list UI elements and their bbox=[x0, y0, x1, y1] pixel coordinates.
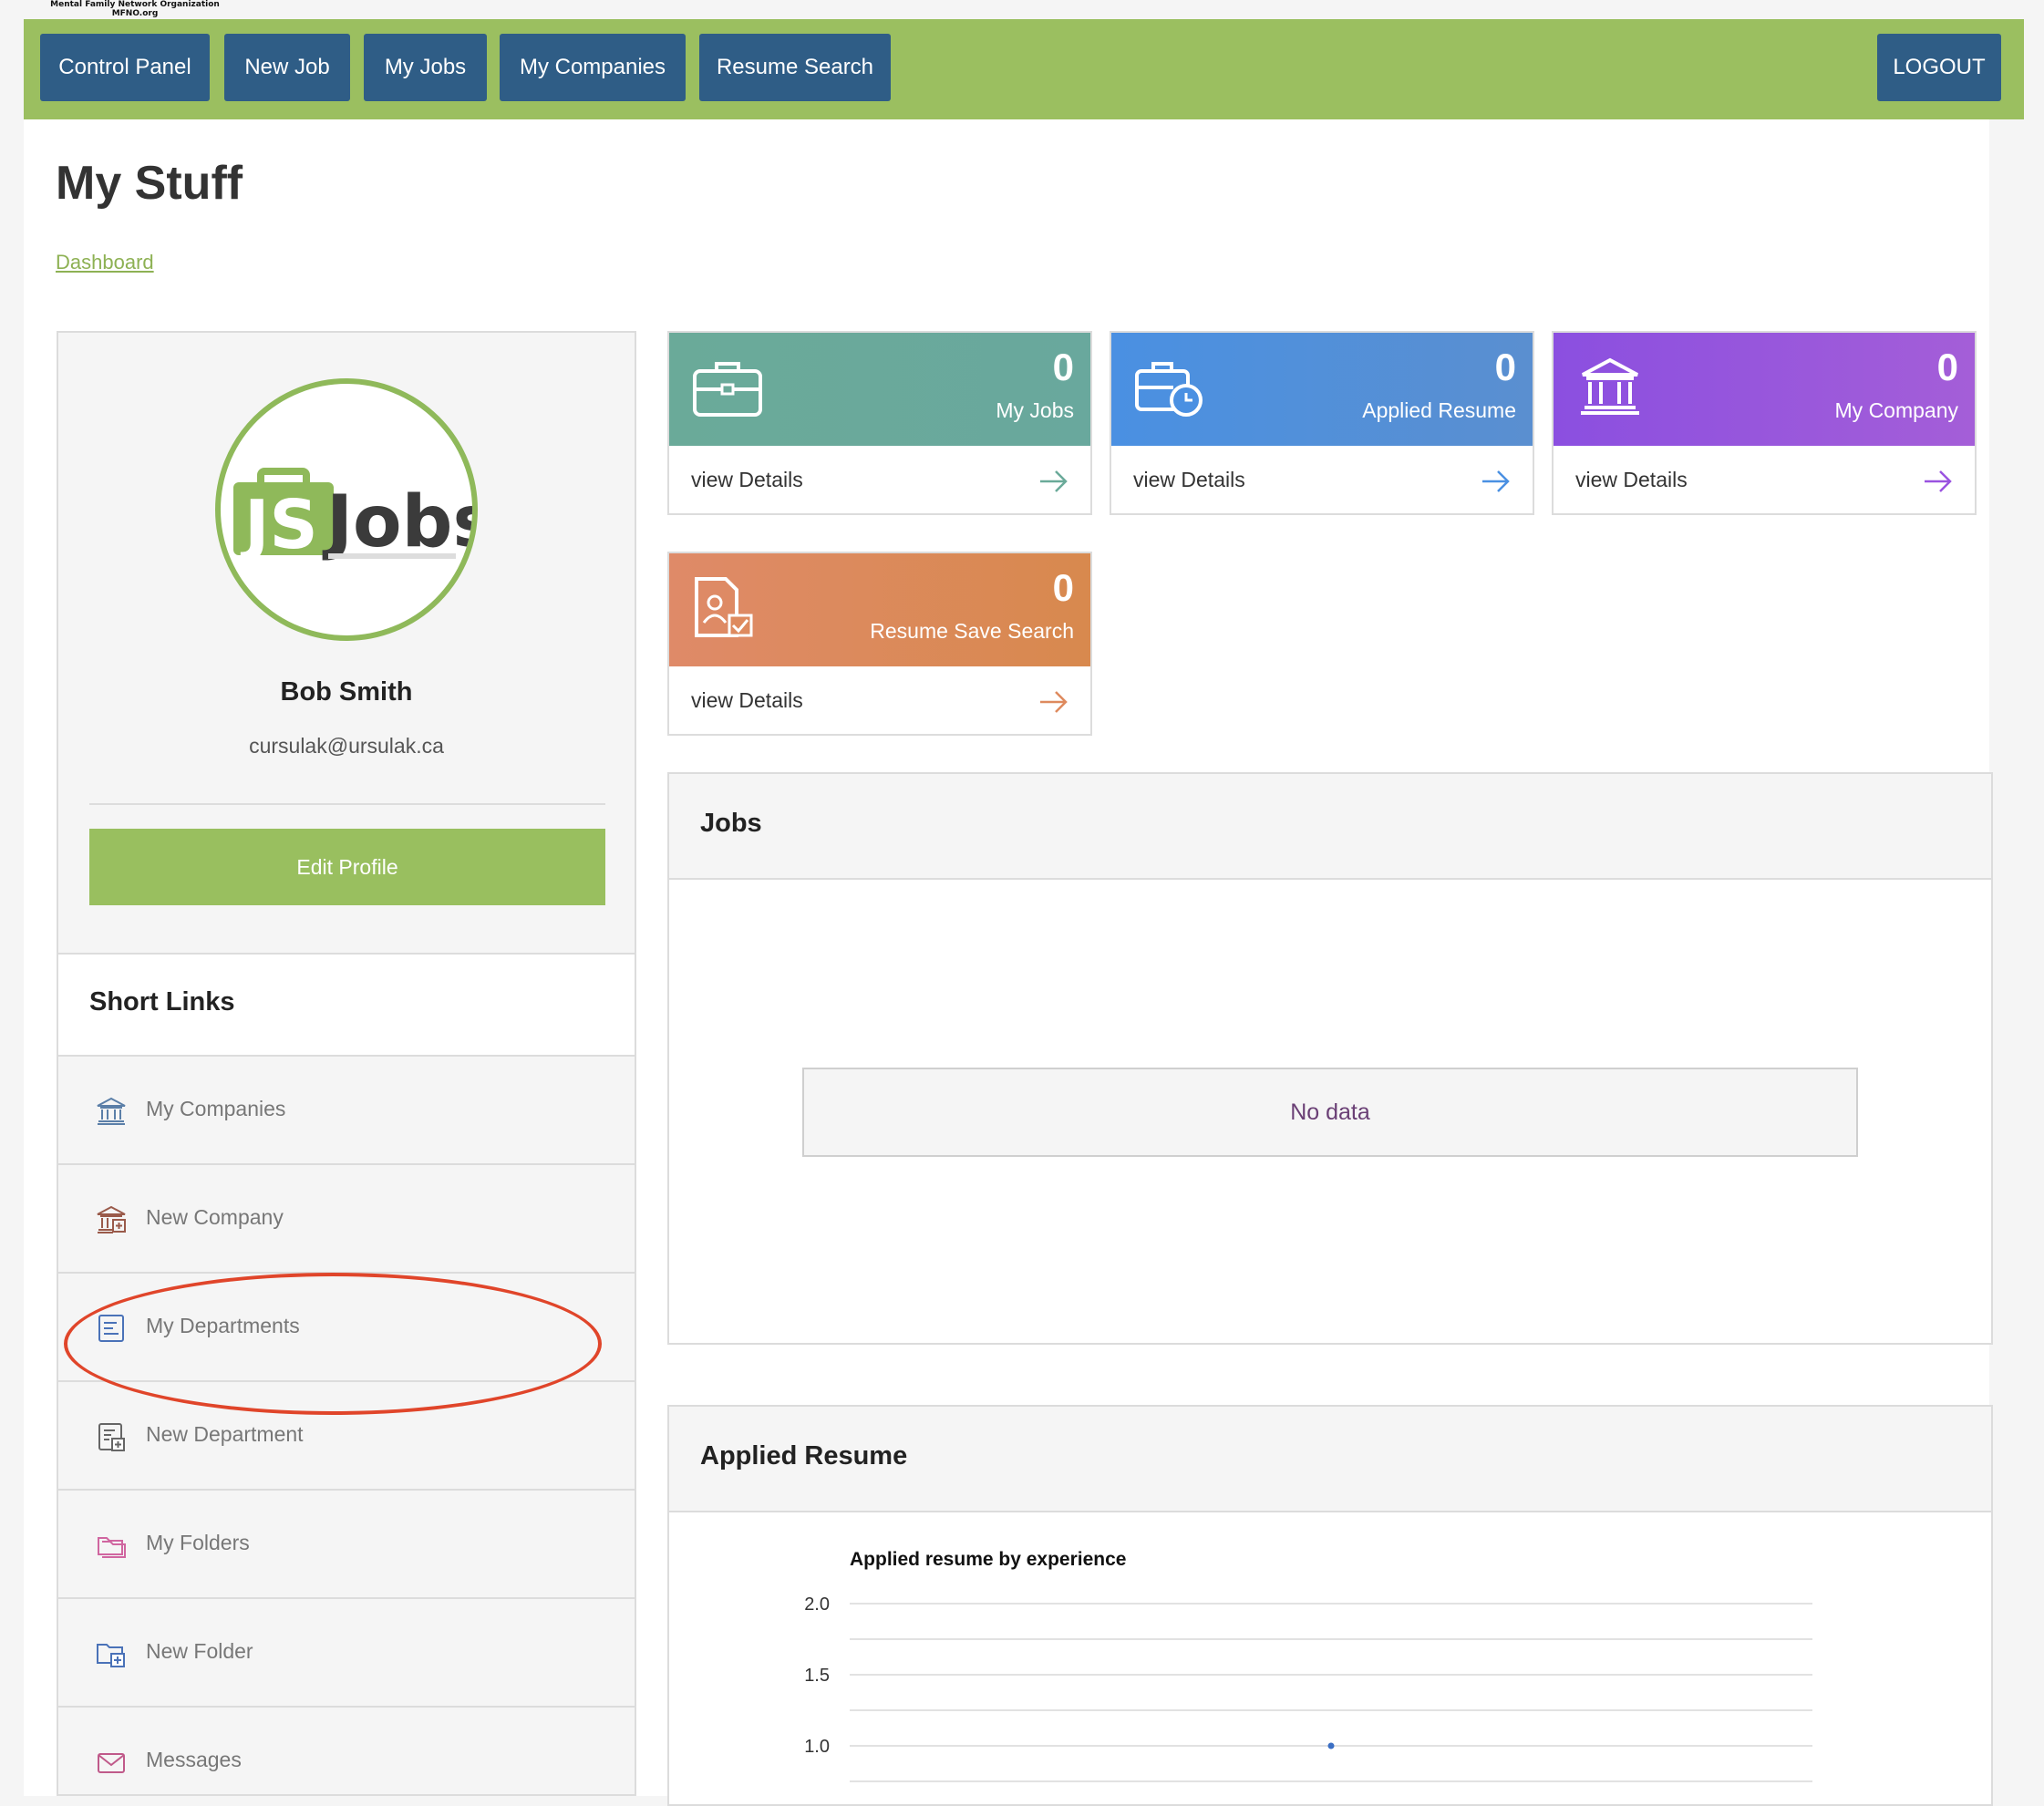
jobs-panel-title: Jobs bbox=[700, 809, 762, 838]
card-label: Applied Resume bbox=[1362, 398, 1516, 422]
card-header: 0 My Company bbox=[1554, 333, 1975, 446]
arrow-right-icon[interactable] bbox=[1922, 468, 1955, 495]
profile-email: cursulak@ursulak.ca bbox=[249, 734, 444, 758]
short-link-label: New Folder bbox=[146, 1639, 253, 1663]
bank-add-icon bbox=[97, 1205, 126, 1233]
logo-initials: JS bbox=[240, 486, 318, 564]
document-list-icon bbox=[98, 1315, 124, 1342]
edit-profile-button[interactable]: Edit Profile bbox=[89, 829, 605, 905]
logout-button[interactable]: LOGOUT bbox=[1877, 34, 2001, 101]
short-link-label: My Folders bbox=[146, 1531, 250, 1554]
briefcase-clock-icon bbox=[1135, 362, 1203, 417]
short-links-header: Short Links bbox=[58, 953, 635, 1057]
jobs-panel: Jobs No data bbox=[667, 772, 1993, 1345]
applied-resume-panel-header: Applied Resume bbox=[669, 1407, 1991, 1512]
bank-icon bbox=[1581, 357, 1639, 415]
avatar: JS Jobs bbox=[215, 378, 478, 641]
chart-data-point bbox=[1327, 1742, 1335, 1749]
applied-resume-chart: Applied resume by experience 2.0 1.5 1.0 bbox=[804, 1549, 1812, 1782]
short-link-new-folder[interactable]: New Folder bbox=[58, 1599, 635, 1708]
view-details-link[interactable]: view Details bbox=[691, 688, 803, 713]
folder-add-icon bbox=[97, 1644, 125, 1667]
arrow-right-icon[interactable] bbox=[1037, 468, 1070, 495]
card-header: 0 Resume Save Search bbox=[669, 553, 1090, 666]
applied-resume-panel: Applied Resume Applied resume by experie… bbox=[667, 1405, 1993, 1806]
top-navbar: Control Panel New Job My Jobs My Compani… bbox=[24, 19, 2024, 119]
short-link-new-company[interactable]: New Company bbox=[58, 1165, 635, 1274]
card-resume-save-search[interactable]: 0 Resume Save Search view Details bbox=[667, 552, 1092, 736]
profile-name: Bob Smith bbox=[280, 677, 413, 707]
card-label: Resume Save Search bbox=[870, 619, 1074, 643]
nav-my-jobs-button[interactable]: My Jobs bbox=[364, 34, 487, 101]
nav-control-panel-button[interactable]: Control Panel bbox=[40, 34, 210, 101]
chart-y-tick-label: 1.5 bbox=[804, 1666, 830, 1686]
card-label: My Jobs bbox=[996, 398, 1074, 422]
short-link-my-folders[interactable]: My Folders bbox=[58, 1491, 635, 1599]
main-content: My Stuff Dashboard JS Jobs Bob Smith cur… bbox=[24, 119, 1993, 1806]
logo-line-1: Mental Family Network Organization bbox=[50, 0, 220, 9]
short-link-label: Messages bbox=[146, 1748, 242, 1771]
resume-check-icon bbox=[695, 577, 753, 637]
chart-title: Applied resume by experience bbox=[850, 1549, 1126, 1570]
jobs-logo-icon: JS Jobs bbox=[233, 468, 472, 564]
short-link-label: My Departments bbox=[146, 1314, 300, 1337]
nav-resume-search-button[interactable]: Resume Search bbox=[699, 34, 891, 101]
short-link-label: New Department bbox=[146, 1422, 304, 1446]
card-label: My Company bbox=[1834, 398, 1958, 422]
card-count: 0 bbox=[1052, 566, 1074, 609]
short-link-label: New Company bbox=[146, 1205, 284, 1229]
site-logo-text: Mental Family Network Organization MFNO.… bbox=[44, 0, 226, 20]
chart-y-tick-label: 2.0 bbox=[804, 1594, 830, 1615]
nav-my-companies-button[interactable]: My Companies bbox=[500, 34, 686, 101]
applied-resume-panel-title: Applied Resume bbox=[700, 1441, 908, 1471]
card-header: 0 My Jobs bbox=[669, 333, 1090, 446]
bank-icon bbox=[97, 1097, 126, 1125]
view-details-link[interactable]: view Details bbox=[691, 468, 803, 492]
logo-line-2: MFNO.org bbox=[111, 9, 159, 18]
arrow-right-icon[interactable] bbox=[1037, 688, 1070, 716]
profile-panel: JS Jobs Bob Smith cursulak@ursulak.ca Ed… bbox=[57, 331, 636, 1796]
chart-y-tick-label: 1.0 bbox=[804, 1737, 830, 1757]
no-data-message: No data bbox=[802, 1068, 1858, 1157]
card-count: 0 bbox=[1936, 346, 1958, 388]
short-links-title: Short Links bbox=[89, 987, 235, 1017]
briefcase-icon bbox=[693, 362, 762, 417]
nav-new-job-button[interactable]: New Job bbox=[224, 34, 350, 101]
view-details-link[interactable]: view Details bbox=[1575, 468, 1688, 492]
card-header: 0 Applied Resume bbox=[1111, 333, 1533, 446]
logo-jobs-text: Jobs bbox=[322, 481, 472, 563]
short-link-my-companies[interactable]: My Companies bbox=[58, 1057, 635, 1165]
envelope-icon bbox=[98, 1753, 125, 1773]
card-applied-resume[interactable]: 0 Applied Resume view Details bbox=[1110, 331, 1534, 515]
jobs-panel-header: Jobs bbox=[669, 774, 1991, 880]
divider bbox=[89, 803, 605, 805]
card-count: 0 bbox=[1052, 346, 1074, 388]
short-link-label: My Companies bbox=[146, 1097, 286, 1120]
page-title: My Stuff bbox=[56, 157, 243, 210]
card-count: 0 bbox=[1494, 346, 1516, 388]
card-my-company[interactable]: 0 My Company view Details bbox=[1552, 331, 1977, 515]
short-link-my-departments[interactable]: My Departments bbox=[58, 1274, 635, 1382]
breadcrumb-dashboard-link[interactable]: Dashboard bbox=[56, 251, 154, 274]
short-link-messages[interactable]: Messages bbox=[58, 1708, 635, 1794]
document-add-icon bbox=[98, 1423, 125, 1451]
view-details-link[interactable]: view Details bbox=[1133, 468, 1245, 492]
short-link-new-department[interactable]: New Department bbox=[58, 1382, 635, 1491]
card-my-jobs[interactable]: 0 My Jobs view Details bbox=[667, 331, 1092, 515]
arrow-right-icon[interactable] bbox=[1480, 468, 1512, 495]
folders-icon bbox=[98, 1537, 126, 1558]
